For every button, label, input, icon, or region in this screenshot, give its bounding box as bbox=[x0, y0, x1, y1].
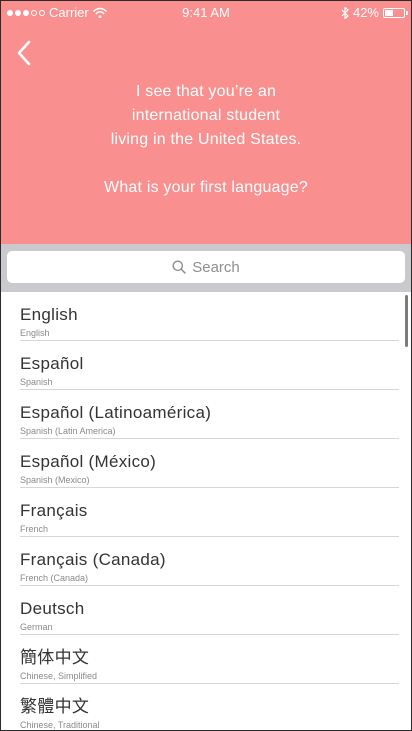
language-row[interactable]: Deutsch German bbox=[1, 586, 411, 635]
language-name: English bbox=[20, 305, 78, 324]
search-placeholder: Search bbox=[192, 258, 240, 276]
battery-percent: 42% bbox=[352, 5, 379, 20]
question-text: What is your first language? bbox=[104, 179, 308, 196]
app-screen: Carrier 9:41 AM 42% I see that you’re an… bbox=[0, 0, 412, 731]
language-row[interactable]: 簡体中文 Chinese, Simplified bbox=[1, 635, 411, 684]
language-name: Deutsch bbox=[20, 599, 85, 618]
language-row[interactable]: Español (México) Spanish (Mexico) bbox=[1, 439, 411, 488]
language-row[interactable]: English English bbox=[1, 292, 411, 341]
language-name: Français bbox=[20, 501, 88, 520]
language-row[interactable]: 繁體中文 Chinese, Traditional bbox=[1, 684, 411, 730]
language-name: Français (Canada) bbox=[20, 550, 166, 569]
language-english-name: Spanish (Mexico) bbox=[20, 475, 90, 485]
language-english-name: French bbox=[20, 524, 49, 534]
language-name: Español bbox=[20, 354, 84, 373]
language-english-name: French (Canada) bbox=[20, 573, 89, 583]
scroll-indicator[interactable] bbox=[405, 295, 408, 347]
chevron-left-icon bbox=[17, 40, 31, 66]
language-name: 繁體中文 bbox=[20, 697, 90, 716]
battery-level-fill bbox=[385, 9, 393, 16]
prompt-line-1: I see that you’re an bbox=[135, 83, 277, 100]
search-icon bbox=[172, 260, 186, 274]
language-english-name: German bbox=[20, 622, 53, 632]
back-button[interactable] bbox=[13, 39, 37, 67]
language-english-name: Chinese, Simplified bbox=[20, 671, 98, 681]
search-input[interactable]: Search bbox=[7, 251, 405, 283]
language-english-name: Spanish bbox=[20, 377, 53, 387]
language-name: Español (Latinoamérica) bbox=[20, 403, 212, 422]
language-name: Español (México) bbox=[20, 452, 157, 471]
language-row[interactable]: Español (Latinoamérica) Spanish (Latin Am… bbox=[1, 390, 411, 439]
prompt-line-2: international student bbox=[131, 107, 281, 124]
status-right: 42% bbox=[341, 5, 408, 20]
intro-prompt: I see that you’re an international stude… bbox=[1, 80, 411, 200]
language-english-name: English bbox=[20, 328, 50, 338]
language-english-name: Chinese, Traditional bbox=[20, 720, 100, 730]
language-row[interactable]: Français French bbox=[1, 488, 411, 537]
battery-icon bbox=[383, 7, 408, 18]
language-name: 簡体中文 bbox=[20, 648, 90, 667]
prompt-line-3: living in the United States. bbox=[110, 131, 302, 148]
language-list[interactable]: English English Español Spanish Español (Lat… bbox=[1, 292, 411, 730]
status-bar: Carrier 9:41 AM 42% bbox=[1, 1, 411, 23]
bluetooth-icon bbox=[341, 6, 349, 19]
search-bar: Search bbox=[1, 244, 411, 292]
header: Carrier 9:41 AM 42% I see that you’re an… bbox=[1, 1, 411, 244]
language-row[interactable]: Español Spanish bbox=[1, 341, 411, 390]
language-english-name: Spanish (Latin America) bbox=[20, 426, 116, 436]
language-row[interactable]: Français (Canada) French (Canada) bbox=[1, 537, 411, 586]
